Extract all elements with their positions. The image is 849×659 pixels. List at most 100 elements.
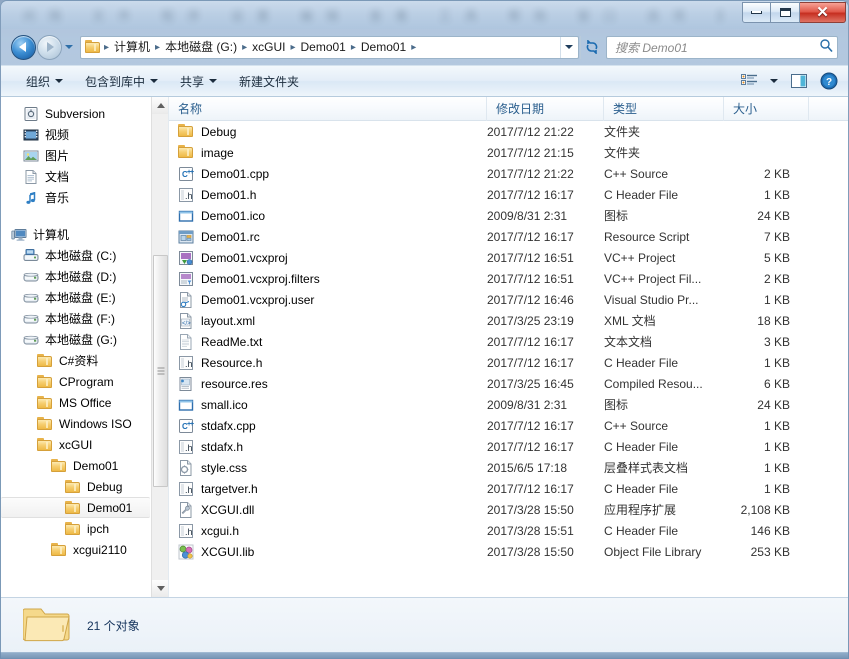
title-bar[interactable]: 间隔 文件 程序 设置 编辑 查看 工具 帮助 窗口 选项 显示 bbox=[1, 1, 848, 29]
table-row[interactable]: style.css 2015/6/5 17:18 层叠样式表文档 1 KB bbox=[169, 457, 848, 478]
table-row[interactable]: image 2017/7/12 21:15 文件夹 bbox=[169, 142, 848, 163]
scrollbar-thumb[interactable] bbox=[153, 255, 168, 487]
file-name-cell[interactable]: C + + stdafx.cpp bbox=[169, 418, 487, 434]
breadcrumb-separator[interactable]: ▸ bbox=[350, 37, 357, 58]
breadcrumb-item-xcgui[interactable]: xcGUI bbox=[248, 37, 289, 58]
file-name-cell[interactable]: .h xcgui.h bbox=[169, 523, 487, 539]
file-name-cell[interactable]: Demo01.vcxproj bbox=[169, 250, 487, 266]
sidebar-item-f[interactable]: 本地磁盘 (F:) bbox=[1, 308, 168, 329]
sidebar-item-[interactable]: 计算机 bbox=[1, 224, 168, 245]
sidebar-item-g[interactable]: 本地磁盘 (G:) bbox=[1, 329, 168, 350]
file-list-pane[interactable]: 名称 修改日期 类型 大小 Debug 2017/7/12 21:22 文件夹 ima… bbox=[169, 97, 848, 597]
back-button[interactable] bbox=[11, 34, 36, 60]
sidebar-item-c[interactable]: 本地磁盘 (C:) bbox=[1, 245, 168, 266]
refresh-button[interactable] bbox=[580, 35, 602, 59]
sidebar-item-subversion[interactable]: Subversion bbox=[1, 103, 168, 124]
file-name-cell[interactable]: </> layout.xml bbox=[169, 312, 487, 329]
breadcrumb-separator[interactable]: ▸ bbox=[410, 37, 417, 58]
table-row[interactable]: Demo01.rc 2017/7/12 16:17 Resource Script 7… bbox=[169, 226, 848, 247]
sidebar-item-windows-iso[interactable]: Windows ISO bbox=[1, 413, 168, 434]
table-row[interactable]: .h Demo01.h 2017/7/12 16:17 C Header File 1 … bbox=[169, 184, 848, 205]
file-name-cell[interactable]: Demo01.vcxproj.user bbox=[169, 291, 487, 308]
column-header-size[interactable]: 大小 bbox=[724, 97, 809, 121]
file-name-cell[interactable]: Demo01.vcxproj.filters bbox=[169, 271, 487, 287]
breadcrumb-item-drive-g[interactable]: 本地磁盘 (G:) bbox=[161, 37, 241, 58]
breadcrumb-item-demo01[interactable]: Demo01 bbox=[357, 37, 410, 58]
column-header-date[interactable]: 修改日期 bbox=[487, 97, 604, 121]
table-row[interactable]: ReadMe.txt 2017/7/12 16:17 文本文档 3 KB bbox=[169, 331, 848, 352]
maximize-button[interactable] bbox=[771, 2, 800, 23]
table-row[interactable]: Demo01.vcxproj.user 2017/7/12 16:46 Visual… bbox=[169, 289, 848, 310]
file-name-cell[interactable]: XCGUI.lib bbox=[169, 544, 487, 560]
view-options-dropdown[interactable] bbox=[764, 75, 784, 87]
file-name-cell[interactable]: image bbox=[169, 144, 487, 161]
scroll-up-button[interactable] bbox=[152, 97, 168, 114]
sidebar-item-ipch[interactable]: ipch bbox=[1, 518, 168, 539]
toolbar-share-button[interactable]: 共享 bbox=[169, 68, 228, 95]
scroll-down-button[interactable] bbox=[152, 580, 168, 597]
breadcrumb-item-computer[interactable]: 计算机 bbox=[110, 37, 154, 58]
table-row[interactable]: Demo01.vcxproj.filters 2017/7/12 16:51 VC+… bbox=[169, 268, 848, 289]
preview-pane-button[interactable] bbox=[784, 69, 814, 93]
file-name-cell[interactable]: .h stdafx.h bbox=[169, 439, 487, 455]
breadcrumb-separator[interactable]: ▸ bbox=[241, 37, 248, 58]
table-row[interactable]: </> layout.xml 2017/3/25 23:19 XML 文档 18 KB bbox=[169, 310, 848, 331]
file-name-cell[interactable]: Demo01.ico bbox=[169, 208, 487, 224]
table-row[interactable]: Demo01.vcxproj 2017/7/12 16:51 VC++ Projec… bbox=[169, 247, 848, 268]
table-row[interactable]: .h targetver.h 2017/7/12 16:17 C Header Fil… bbox=[169, 478, 848, 499]
sidebar-item-xcgui[interactable]: xcGUI bbox=[1, 434, 168, 455]
sidebar-item-cprogram[interactable]: CProgram bbox=[1, 371, 168, 392]
minimize-button[interactable] bbox=[742, 2, 771, 23]
file-name-cell[interactable]: Debug bbox=[169, 123, 487, 140]
file-name-cell[interactable]: resource.res bbox=[169, 376, 487, 392]
table-row[interactable]: C + + Demo01.cpp 2017/7/12 21:22 C++ Source 2 … bbox=[169, 163, 848, 184]
search-box[interactable]: 搜索 Demo01 bbox=[606, 35, 838, 59]
file-name-cell[interactable]: .h Resource.h bbox=[169, 355, 487, 371]
sidebar-item-debug[interactable]: Debug bbox=[1, 476, 168, 497]
table-row[interactable]: XCGUI.dll 2017/3/28 15:50 应用程序扩展 2,108 KB bbox=[169, 499, 848, 520]
file-name-cell[interactable]: small.ico bbox=[169, 397, 487, 413]
sidebar-item-[interactable]: 视频 bbox=[1, 124, 168, 145]
sidebar-item-e[interactable]: 本地磁盘 (E:) bbox=[1, 287, 168, 308]
table-row[interactable]: XCGUI.lib 2017/3/28 15:50 Object File Libr… bbox=[169, 541, 848, 562]
breadcrumb-separator[interactable]: ▸ bbox=[154, 37, 161, 58]
help-button[interactable]: ? bbox=[814, 68, 844, 94]
sidebar-item-ms-office[interactable]: MS Office bbox=[1, 392, 168, 413]
navigation-pane[interactable]: Subversion 视频 图片 文档 音乐 计算机 本地磁盘 (C:) 本地磁盘 (D:) 本… bbox=[1, 97, 169, 597]
table-row[interactable]: small.ico 2009/8/31 2:31 图标 24 KB bbox=[169, 394, 848, 415]
sidebar-item-demo01[interactable]: Demo01 bbox=[1, 497, 150, 518]
sidebar-item-[interactable]: 图片 bbox=[1, 145, 168, 166]
history-dropdown-button[interactable] bbox=[62, 35, 76, 60]
sidebar-item-xcgui2110[interactable]: xcgui2110 bbox=[1, 539, 168, 560]
table-row[interactable]: Debug 2017/7/12 21:22 文件夹 bbox=[169, 121, 848, 142]
close-button[interactable]: ✕ bbox=[800, 2, 846, 23]
column-header-type[interactable]: 类型 bbox=[604, 97, 724, 121]
navigation-scrollbar[interactable] bbox=[151, 97, 168, 597]
file-name-cell[interactable]: XCGUI.dll bbox=[169, 501, 487, 518]
file-name-cell[interactable]: .h targetver.h bbox=[169, 481, 487, 497]
toolbar-include-in-library-button[interactable]: 包含到库中 bbox=[74, 68, 169, 95]
breadcrumb-dropdown-button[interactable] bbox=[560, 36, 576, 58]
toolbar-organize-button[interactable]: 组织 bbox=[15, 68, 74, 95]
table-row[interactable]: C + + stdafx.cpp 2017/7/12 16:17 C++ Source 1 … bbox=[169, 415, 848, 436]
table-row[interactable]: Demo01.ico 2009/8/31 2:31 图标 24 KB bbox=[169, 205, 848, 226]
file-name-cell[interactable]: .h Demo01.h bbox=[169, 187, 487, 203]
sidebar-item-d[interactable]: 本地磁盘 (D:) bbox=[1, 266, 168, 287]
breadcrumb-item-demo01-parent[interactable]: Demo01 bbox=[296, 37, 349, 58]
table-row[interactable]: .h stdafx.h 2017/7/12 16:17 C Header File 1 … bbox=[169, 436, 848, 457]
table-row[interactable]: .h xcgui.h 2017/3/28 15:51 C Header File 146… bbox=[169, 520, 848, 541]
sidebar-item-[interactable]: 音乐 bbox=[1, 187, 168, 208]
breadcrumb[interactable]: ▸ 计算机 ▸ 本地磁盘 (G:) ▸ xcGUI ▸ Demo01 ▸ Dem… bbox=[80, 35, 579, 59]
search-input[interactable]: 搜索 Demo01 bbox=[615, 39, 819, 56]
file-name-cell[interactable]: ReadMe.txt bbox=[169, 333, 487, 350]
breadcrumb-separator[interactable]: ▸ bbox=[289, 37, 296, 58]
file-name-cell[interactable]: C + + Demo01.cpp bbox=[169, 166, 487, 182]
column-header-name[interactable]: 名称 bbox=[169, 97, 487, 121]
file-name-cell[interactable]: Demo01.rc bbox=[169, 229, 487, 245]
column-header-filler[interactable] bbox=[809, 97, 848, 121]
table-row[interactable]: .h Resource.h 2017/7/12 16:17 C Header File… bbox=[169, 352, 848, 373]
file-name-cell[interactable]: style.css bbox=[169, 459, 487, 476]
table-row[interactable]: resource.res 2017/3/25 16:45 Compiled Reso… bbox=[169, 373, 848, 394]
sidebar-item-demo01[interactable]: Demo01 bbox=[1, 455, 168, 476]
toolbar-new-folder-button[interactable]: 新建文件夹 bbox=[228, 68, 310, 95]
